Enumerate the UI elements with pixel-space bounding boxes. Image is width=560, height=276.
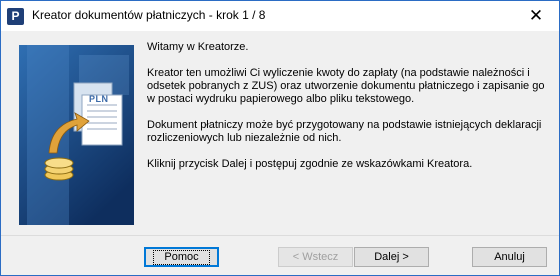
- description-paragraph: Kreator ten umożliwi Ci wyliczenie kwoty…: [147, 67, 545, 105]
- help-button[interactable]: Pomoc: [144, 247, 219, 267]
- app-icon: P: [7, 8, 24, 25]
- title-bar: P Kreator dokumentów płatniczych - krok …: [1, 1, 559, 31]
- banner-logo-text: PLN: [89, 94, 109, 104]
- wizard-banner-image: PLN: [19, 45, 134, 225]
- close-button[interactable]: ✕: [513, 1, 559, 31]
- welcome-heading: Witamy w Kreatorze.: [147, 41, 249, 53]
- cancel-button[interactable]: Anuluj: [472, 247, 547, 267]
- divider: [1, 235, 559, 236]
- window-title: Kreator dokumentów płatniczych - krok 1 …: [32, 8, 266, 22]
- welcome-text: Witamy w Kreatorze. Kreator ten umożliwi…: [147, 41, 547, 184]
- document-money-icon: [19, 45, 134, 225]
- wizard-window: P Kreator dokumentów płatniczych - krok …: [0, 0, 560, 276]
- back-button[interactable]: < Wstecz: [278, 247, 353, 267]
- document-paragraph: Dokument płatniczy może być przygotowany…: [147, 119, 542, 144]
- instruction-paragraph: Kliknij przycisk Dalej i postępuj zgodni…: [147, 158, 473, 170]
- help-button-label: Pomoc: [153, 250, 210, 265]
- next-button[interactable]: Dalej >: [354, 247, 429, 267]
